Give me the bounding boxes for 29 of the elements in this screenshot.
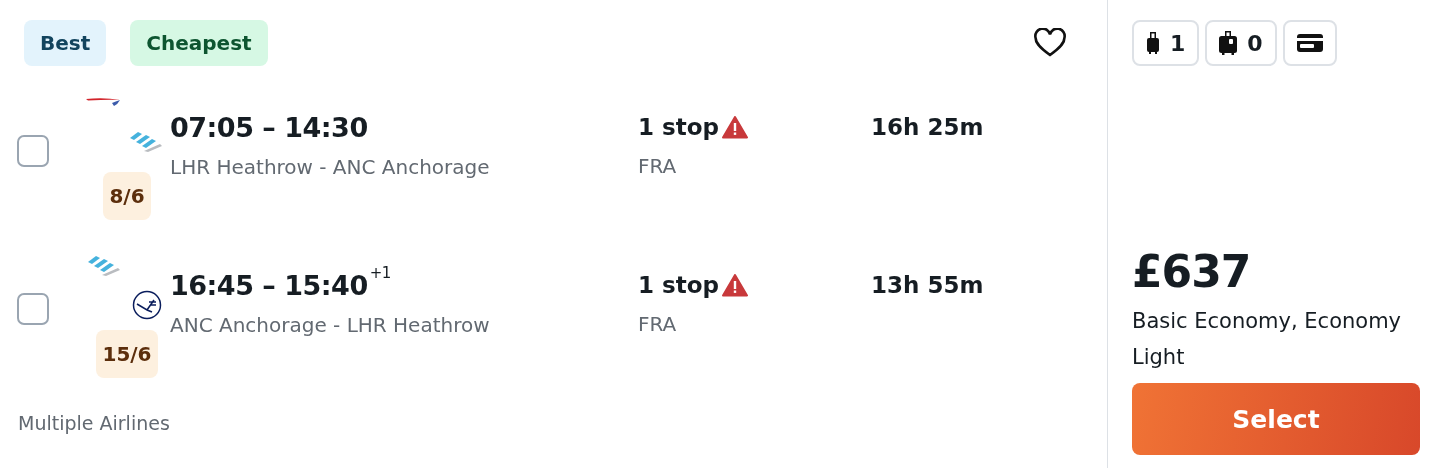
ribbon-logo-icon bbox=[86, 98, 120, 108]
cabin-bag-icon bbox=[1146, 32, 1160, 54]
checkbox[interactable] bbox=[17, 135, 49, 167]
flight-duration: 16h 25m bbox=[871, 114, 985, 140]
fare-type: Basic Economy, Economy Light bbox=[1132, 308, 1403, 371]
checkbox[interactable] bbox=[17, 293, 49, 325]
stops-text: 1 stop bbox=[638, 114, 719, 140]
baggage-chip: 1 bbox=[1132, 20, 1200, 66]
route-text: LHR Heathrow - ANC Anchorage bbox=[170, 155, 491, 179]
flight-duration: 13h 55m bbox=[871, 272, 985, 298]
date-badge: 8/6 bbox=[103, 172, 151, 220]
baggage-chip: 0 bbox=[1205, 20, 1277, 66]
suitcase-icon bbox=[1219, 31, 1238, 55]
stops-text: 1 stop bbox=[638, 272, 719, 298]
flight-times: 07:05 – 14:30 bbox=[170, 112, 369, 143]
tag: Best bbox=[24, 20, 107, 66]
crane-logo-icon bbox=[132, 290, 162, 320]
stopover-airport: FRA bbox=[638, 312, 678, 336]
heart-icon[interactable] bbox=[1033, 28, 1067, 58]
price: £637 bbox=[1132, 246, 1252, 297]
date-badge: 15/6 bbox=[96, 330, 158, 378]
airlines-text: Multiple Airlines bbox=[18, 412, 171, 434]
route-text: ANC Anchorage - LHR Heathrow bbox=[170, 313, 491, 337]
tag: Cheapest bbox=[130, 20, 268, 66]
credit-card-icon bbox=[1296, 34, 1323, 52]
select-button[interactable]: Select bbox=[1132, 383, 1420, 455]
stopover-airport: FRA bbox=[638, 154, 678, 178]
wings-logo-icon bbox=[128, 132, 162, 154]
wings-logo-icon bbox=[86, 256, 120, 278]
